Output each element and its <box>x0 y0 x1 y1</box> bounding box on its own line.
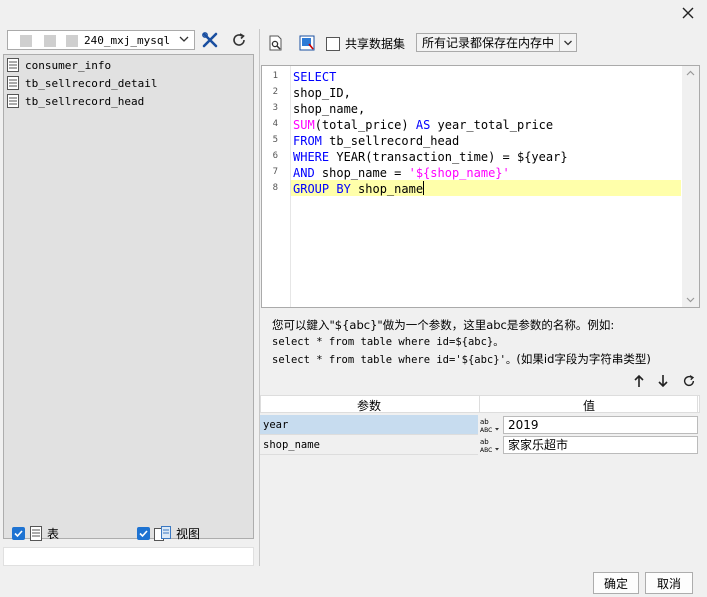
left-panel: 240_mxj_mysql consumer_info tb_sellrecor… <box>3 29 254 566</box>
scroll-up-icon <box>686 70 695 76</box>
preview-icon <box>269 35 282 51</box>
tree-item-table[interactable]: consumer_info <box>7 56 111 74</box>
sql-line: SUM(total_price) AS year_total_price <box>293 118 554 132</box>
sql-line: WHERE YEAR(transaction_time) = ${year} <box>293 150 568 164</box>
column-divider <box>479 396 480 413</box>
line-number: 4 <box>272 119 278 129</box>
tree-item-table[interactable]: tb_sellrecord_head <box>7 92 144 110</box>
tools-icon <box>202 32 218 48</box>
line-number: 8 <box>272 183 278 193</box>
sql-toolbar: 共享数据集 所有记录都保存在内存中 <box>260 29 702 57</box>
line-number: 2 <box>272 87 278 97</box>
hint-line: 您可以鍵入"${abc}"做为一个参数，这里abc是参数的名称。例如: <box>272 318 615 332</box>
param-value-input[interactable]: 家家乐超市 <box>503 436 698 454</box>
table-icon <box>7 94 19 108</box>
search-input[interactable] <box>3 547 254 566</box>
move-up-button[interactable] <box>630 373 648 389</box>
filter-table-checkbox[interactable]: 表 <box>12 525 59 542</box>
table-icon <box>7 76 19 90</box>
refresh-icon <box>683 375 695 387</box>
filter-view-label: 视图 <box>176 527 201 541</box>
share-dataset-label: 共享数据集 <box>345 37 406 51</box>
table-name: consumer_info <box>25 58 112 72</box>
blurred-text <box>44 35 56 47</box>
checkbox-checked-icon <box>12 527 25 540</box>
dataset-dialog: 240_mxj_mysql consumer_info tb_sellrecor… <box>0 0 707 597</box>
string-type-icon: ab ABC <box>480 418 499 434</box>
svg-text:ab: ab <box>480 418 489 426</box>
table-icon <box>7 58 19 72</box>
move-down-button[interactable] <box>654 373 672 389</box>
ok-button[interactable]: 确定 <box>593 572 639 594</box>
sql-line: AND shop_name = '${shop_name}' <box>293 166 510 180</box>
checkbox-unchecked-icon <box>326 36 340 51</box>
string-type-icon: ab ABC <box>480 438 499 454</box>
share-dataset-checkbox[interactable]: 共享数据集 <box>326 35 405 52</box>
param-name: year <box>260 415 478 435</box>
connection-select[interactable]: 240_mxj_mysql <box>7 30 195 50</box>
preview-button[interactable] <box>265 32 287 54</box>
scroll-down-icon <box>686 297 695 303</box>
line-number: 5 <box>272 135 278 145</box>
param-name-header: 参数 <box>357 399 382 413</box>
view-icon <box>154 526 171 541</box>
refresh-icon <box>233 33 245 46</box>
filter-view-checkbox[interactable]: 视图 <box>137 525 200 542</box>
editor-scrollbar[interactable] <box>682 66 699 307</box>
chevron-down-icon <box>178 33 190 48</box>
tree-item-table[interactable]: tb_sellrecord_detail <box>7 74 157 92</box>
type-icon-text: ABC <box>480 447 492 454</box>
hint-note: (如果id字段为字符串类型) <box>516 352 651 366</box>
parameter-table-header: 参数 值 <box>260 395 700 413</box>
sql-line: shop_name, <box>293 102 366 116</box>
sql-line: GROUP BY shop_name <box>293 181 425 196</box>
param-value-input[interactable]: 2019 <box>503 416 698 434</box>
connection-label: 240_mxj_mysql <box>84 34 171 47</box>
table-name: tb_sellrecord_head <box>25 94 145 108</box>
cancel-button[interactable]: 取消 <box>645 572 693 594</box>
memory-mode-select[interactable]: 所有记录都保存在内存中 <box>416 33 577 52</box>
param-type-button[interactable]: ab ABC <box>479 436 501 454</box>
refresh-connection-button[interactable] <box>228 29 250 51</box>
connection-settings-button[interactable] <box>199 29 221 51</box>
chevron-down-icon <box>559 34 576 51</box>
line-gutter: 1 2 3 4 5 6 7 8 <box>262 66 291 307</box>
right-panel: 共享数据集 所有记录都保存在内存中 1 2 3 4 5 6 7 8 SELECT <box>259 29 702 566</box>
table-name: tb_sellrecord_detail <box>25 76 158 90</box>
param-name: shop_name <box>260 435 478 455</box>
type-icon-text: ABC <box>480 427 492 434</box>
refresh-parameters-button[interactable] <box>680 373 698 389</box>
line-number: 6 <box>272 151 278 161</box>
table-tree: consumer_info tb_sellrecord_detail tb_se… <box>3 54 254 539</box>
sql-design-button[interactable] <box>296 32 318 54</box>
hint-example: select * from table where id=${abc}。 <box>272 336 504 348</box>
parameter-row[interactable]: year ab ABC 2019 <box>260 415 700 435</box>
column-divider <box>697 396 698 413</box>
line-number: 3 <box>272 103 278 113</box>
sql-line: SELECT <box>293 70 337 84</box>
sql-line: FROM tb_sellrecord_head <box>293 134 460 148</box>
table-icon <box>30 526 42 541</box>
arrow-up-icon <box>634 374 644 387</box>
parameter-hint: 您可以鍵入"${abc}"做为一个参数，这里abc是参数的名称。例如: sele… <box>272 317 651 369</box>
memory-mode-value: 所有记录都保存在内存中 <box>422 36 555 50</box>
param-type-button[interactable]: ab ABC <box>479 416 501 434</box>
blurred-text <box>20 35 32 47</box>
arrow-down-icon <box>658 375 668 388</box>
sql-line: shop_ID, <box>293 86 351 100</box>
filter-table-label: 表 <box>47 527 60 541</box>
line-number: 7 <box>272 167 278 177</box>
blurred-text <box>66 35 78 47</box>
param-value-header: 值 <box>583 399 596 413</box>
close-icon[interactable] <box>679 4 697 22</box>
line-number: 1 <box>272 71 278 81</box>
hint-example: select * from table where id='${abc}'。 <box>272 354 517 366</box>
text-caret <box>423 181 425 195</box>
object-filter: 表 视图 <box>3 521 254 547</box>
checkbox-checked-icon <box>137 527 150 540</box>
sql-editor[interactable]: 1 2 3 4 5 6 7 8 SELECT shop_ID, shop_name,… <box>261 65 700 308</box>
svg-text:ab: ab <box>480 438 489 446</box>
sql-design-icon <box>299 35 315 51</box>
parameter-row[interactable]: shop_name ab ABC 家家乐超市 <box>260 435 700 455</box>
